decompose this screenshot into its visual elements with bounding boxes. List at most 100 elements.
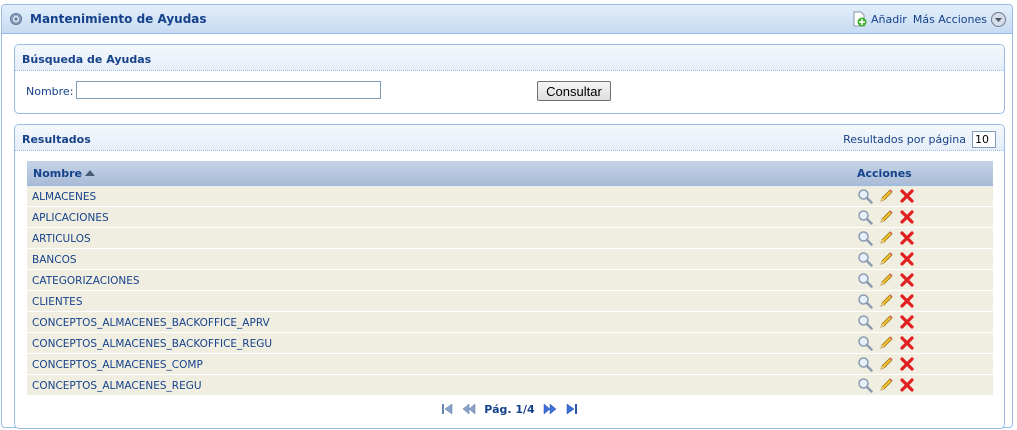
per-page-label: Resultados por página bbox=[843, 133, 966, 146]
page-title: Mantenimiento de Ayudas bbox=[30, 12, 207, 26]
name-cell: CONCEPTOS_ALMACENES_REGU bbox=[27, 374, 847, 396]
actions-cell bbox=[847, 353, 993, 375]
panel-header: Mantenimiento de Ayudas Añadir Más Accio… bbox=[2, 5, 1012, 34]
edit-icon[interactable] bbox=[878, 251, 894, 267]
delete-icon[interactable] bbox=[899, 314, 915, 330]
per-page-input[interactable] bbox=[972, 131, 996, 148]
view-icon[interactable] bbox=[857, 251, 873, 267]
page-indicator: Pág. 1/4 bbox=[484, 402, 535, 416]
view-icon[interactable] bbox=[857, 356, 873, 372]
results-per-page: Resultados por página bbox=[843, 131, 996, 148]
search-button[interactable]: Consultar bbox=[537, 81, 611, 101]
results-fieldset: Resultados Resultados por página Nombre … bbox=[14, 124, 1005, 429]
name-input[interactable] bbox=[76, 81, 381, 99]
row-name-link[interactable]: ARTICULOS bbox=[32, 233, 91, 245]
view-icon[interactable] bbox=[857, 335, 873, 351]
actions-cell bbox=[847, 185, 993, 207]
column-header-name[interactable]: Nombre bbox=[27, 161, 847, 186]
row-name-link[interactable]: CATEGORIZACIONES bbox=[32, 275, 140, 287]
row-name-link[interactable]: CLIENTES bbox=[32, 296, 82, 308]
name-cell: CONCEPTOS_ALMACENES_COMP bbox=[27, 353, 847, 375]
results-table: Nombre Acciones ALMACENES APLICACIONES ART… bbox=[27, 161, 993, 396]
pager: Pág. 1/4 bbox=[15, 402, 1004, 416]
delete-icon[interactable] bbox=[899, 272, 915, 288]
table-row: APLICACIONES bbox=[27, 206, 993, 228]
delete-icon[interactable] bbox=[899, 377, 915, 393]
search-title: Búsqueda de Ayudas bbox=[22, 53, 152, 66]
actions-cell bbox=[847, 311, 993, 333]
actions-cell bbox=[847, 290, 993, 312]
edit-icon[interactable] bbox=[878, 377, 894, 393]
row-name-link[interactable]: ALMACENES bbox=[32, 191, 96, 203]
search-header: Búsqueda de Ayudas bbox=[15, 45, 1004, 71]
name-cell: CLIENTES bbox=[27, 290, 847, 312]
sort-asc-icon bbox=[84, 169, 95, 176]
add-document-icon[interactable] bbox=[851, 11, 867, 27]
name-cell: BANCOS bbox=[27, 248, 847, 270]
table-row: ALMACENES bbox=[27, 185, 993, 207]
column-header-actions: Acciones bbox=[847, 161, 993, 186]
row-name-link[interactable]: CONCEPTOS_ALMACENES_COMP bbox=[32, 359, 203, 371]
table-row: CATEGORIZACIONES bbox=[27, 269, 993, 291]
search-fieldset: Búsqueda de Ayudas Nombre: Consultar bbox=[14, 44, 1005, 114]
view-icon[interactable] bbox=[857, 188, 873, 204]
view-icon[interactable] bbox=[857, 230, 873, 246]
delete-icon[interactable] bbox=[899, 230, 915, 246]
edit-icon[interactable] bbox=[878, 230, 894, 246]
actions-cell bbox=[847, 206, 993, 228]
last-page-icon[interactable] bbox=[565, 402, 579, 416]
table-row: CONCEPTOS_ALMACENES_BACKOFFICE_REGU bbox=[27, 332, 993, 354]
actions-cell bbox=[847, 227, 993, 249]
delete-icon[interactable] bbox=[899, 188, 915, 204]
row-name-link[interactable]: CONCEPTOS_ALMACENES_REGU bbox=[32, 380, 202, 392]
main-panel: Mantenimiento de Ayudas Añadir Más Accio… bbox=[1, 4, 1013, 429]
actions-cell bbox=[847, 248, 993, 270]
next-page-icon[interactable] bbox=[543, 402, 557, 416]
delete-icon[interactable] bbox=[899, 335, 915, 351]
table-row: ARTICULOS bbox=[27, 227, 993, 249]
edit-icon[interactable] bbox=[878, 293, 894, 309]
view-icon[interactable] bbox=[857, 209, 873, 225]
edit-icon[interactable] bbox=[878, 188, 894, 204]
delete-icon[interactable] bbox=[899, 209, 915, 225]
results-title: Resultados bbox=[22, 133, 91, 146]
edit-icon[interactable] bbox=[878, 335, 894, 351]
table-row: CONCEPTOS_ALMACENES_REGU bbox=[27, 374, 993, 396]
add-link[interactable]: Añadir bbox=[871, 13, 907, 26]
previous-page-icon[interactable] bbox=[462, 402, 476, 416]
delete-icon[interactable] bbox=[899, 251, 915, 267]
table-row: CLIENTES bbox=[27, 290, 993, 312]
actions-cell bbox=[847, 269, 993, 291]
table-row: CONCEPTOS_ALMACENES_BACKOFFICE_APRV bbox=[27, 311, 993, 333]
row-name-link[interactable]: APLICACIONES bbox=[32, 212, 109, 224]
name-cell: ARTICULOS bbox=[27, 227, 847, 249]
actions-cell bbox=[847, 332, 993, 354]
table-row: BANCOS bbox=[27, 248, 993, 270]
edit-icon[interactable] bbox=[878, 209, 894, 225]
results-header: Resultados Resultados por página bbox=[15, 125, 1004, 151]
first-page-icon[interactable] bbox=[440, 402, 454, 416]
row-name-link[interactable]: CONCEPTOS_ALMACENES_BACKOFFICE_REGU bbox=[32, 338, 272, 350]
delete-icon[interactable] bbox=[899, 293, 915, 309]
view-icon[interactable] bbox=[857, 377, 873, 393]
name-label: Nombre: bbox=[26, 85, 74, 98]
name-cell: CONCEPTOS_ALMACENES_BACKOFFICE_APRV bbox=[27, 311, 847, 333]
delete-icon[interactable] bbox=[899, 356, 915, 372]
edit-icon[interactable] bbox=[878, 314, 894, 330]
view-icon[interactable] bbox=[857, 293, 873, 309]
more-actions-link[interactable]: Más Acciones bbox=[913, 13, 987, 26]
name-cell: APLICACIONES bbox=[27, 206, 847, 228]
view-icon[interactable] bbox=[857, 272, 873, 288]
name-cell: ALMACENES bbox=[27, 185, 847, 207]
name-cell: CONCEPTOS_ALMACENES_BACKOFFICE_REGU bbox=[27, 332, 847, 354]
help-icon bbox=[10, 13, 22, 25]
edit-icon[interactable] bbox=[878, 356, 894, 372]
chevron-down-icon[interactable] bbox=[991, 11, 1006, 27]
row-name-link[interactable]: BANCOS bbox=[32, 254, 77, 266]
view-icon[interactable] bbox=[857, 314, 873, 330]
row-name-link[interactable]: CONCEPTOS_ALMACENES_BACKOFFICE_APRV bbox=[32, 317, 270, 329]
name-cell: CATEGORIZACIONES bbox=[27, 269, 847, 291]
header-actions: Añadir Más Acciones bbox=[851, 11, 1006, 27]
table-row: CONCEPTOS_ALMACENES_COMP bbox=[27, 353, 993, 375]
edit-icon[interactable] bbox=[878, 272, 894, 288]
